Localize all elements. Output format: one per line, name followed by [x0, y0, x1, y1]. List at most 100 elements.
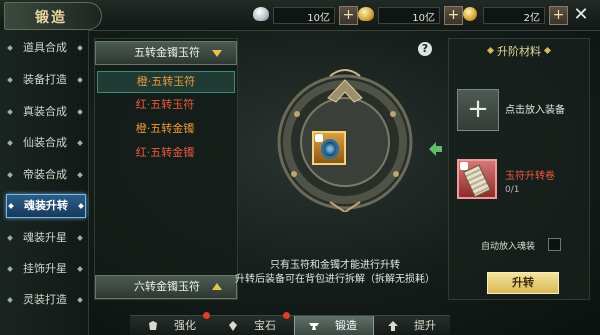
diamond-icon: [7, 266, 13, 272]
sidebar-item-soul-upgrade[interactable]: 魂装升转: [6, 194, 86, 218]
diamond-icon: [543, 46, 552, 55]
sidebar-item-label: 仙装合成: [23, 136, 67, 149]
target-item-slot[interactable]: [312, 131, 346, 165]
sidebar-item-label: 魂装升转: [24, 199, 68, 212]
window-title: 锻造: [35, 10, 67, 26]
gold-amount: 10亿: [412, 13, 435, 24]
sidebar-item-label: 真装合成: [23, 105, 67, 118]
gem-icon: [229, 321, 237, 331]
armor-icon: [149, 321, 157, 330]
tab-upgrade[interactable]: 提升: [374, 316, 452, 335]
diamond-icon: [7, 109, 13, 115]
sidebar-item-soul-star[interactable]: 魂装升星: [6, 227, 84, 249]
diamond-icon: [77, 140, 83, 146]
bottom-tab-bar: 强化 宝石 锻造 提升: [130, 312, 452, 335]
list-item[interactable]: 红·五转玉符: [97, 95, 233, 115]
tab-label: 宝石: [254, 319, 276, 332]
diamond-icon: [7, 77, 13, 83]
recipe-list: 五转金镯玉符 橙·五转玉符 红·五转玉符 橙·五转金镯 红·五转金镯 六转金镯玉…: [94, 38, 238, 300]
diamond-icon: [77, 109, 83, 115]
material-name: 玉符升转卷: [505, 171, 555, 182]
sidebar-item-item-synthesis[interactable]: 道具合成: [6, 37, 84, 59]
scroll-icon: [462, 164, 492, 198]
arrow-left-icon: [429, 142, 442, 156]
top-bar: 锻造 10亿 + 10亿 + 2亿 + ✕: [0, 0, 600, 31]
title-plate: 锻造: [4, 2, 102, 30]
list-item[interactable]: 红·五转金镯: [97, 143, 233, 163]
info-text: 升转后装备可在背包进行拆解（拆解无损耗）: [235, 274, 435, 285]
anvil-icon: [309, 323, 319, 330]
diamond-icon: [77, 297, 83, 303]
diamond-icon: [7, 45, 13, 51]
tab-label: 提升: [414, 319, 436, 332]
close-icon[interactable]: ✕: [572, 6, 590, 24]
sidebar-item-label: 灵装打造: [23, 293, 67, 306]
auto-fill-checkbox[interactable]: [548, 238, 561, 251]
dropdown-label: 六转金镯玉符: [134, 280, 200, 293]
tab-label: 锻造: [335, 319, 357, 332]
lock-icon: [315, 134, 323, 142]
add-gold-button[interactable]: +: [444, 6, 463, 25]
materials-heading: 升阶材料: [449, 43, 589, 59]
add-equipment-text: 点击放入装备: [505, 105, 565, 116]
sidebar: 道具合成 装备打造 真装合成 仙装合成 帝装合成 魂装升转 魂装升星 挂饰升星 …: [0, 30, 89, 335]
list-item[interactable]: 橙·五转金镯: [97, 119, 233, 139]
diamond-icon: [7, 297, 13, 303]
forge-window: 锻造 10亿 + 10亿 + 2亿 + ✕ 道具合成 装备打造 真装合成 仙装合…: [0, 0, 600, 335]
add-silver-button[interactable]: +: [339, 6, 358, 25]
coin-icon: [463, 7, 477, 21]
material-slot[interactable]: [457, 159, 497, 199]
category-dropdown-top[interactable]: 五转金镯玉符: [95, 41, 237, 65]
diamond-icon: [7, 172, 13, 178]
sidebar-item-label: 帝装合成: [23, 168, 67, 181]
dropdown-label: 五转金镯玉符: [134, 46, 200, 59]
auto-fill-label: 自动放入魂装: [481, 242, 536, 252]
sidebar-item-label: 道具合成: [23, 41, 67, 54]
jade-amulet-icon: [321, 139, 339, 159]
materials-panel: 升阶材料 + 点击放入装备 玉符升转卷 0/1 自动放入魂装 升转: [448, 38, 590, 300]
lock-icon: [460, 162, 468, 170]
tab-label: 强化: [174, 319, 196, 332]
sidebar-item-emperor-equip[interactable]: 帝装合成: [6, 164, 84, 186]
add-coin-button[interactable]: +: [549, 6, 568, 25]
diamond-icon: [77, 172, 83, 178]
upgrade-icon: [388, 321, 398, 331]
sidebar-item-spirit-forge[interactable]: 灵装打造: [6, 289, 84, 311]
add-equipment-slot[interactable]: +: [457, 89, 499, 131]
list-item[interactable]: 橙·五转玉符: [97, 71, 235, 93]
tab-enhance[interactable]: 强化: [134, 312, 212, 335]
sidebar-item-label: 装备打造: [23, 73, 67, 86]
notification-badge: [283, 312, 290, 319]
category-dropdown-bottom[interactable]: 六转金镯玉符: [95, 275, 237, 299]
coin-amount: 2亿: [523, 13, 540, 24]
resource-box: 10亿: [378, 7, 440, 24]
diamond-icon: [77, 266, 83, 272]
upgrade-button[interactable]: 升转: [487, 272, 559, 294]
tab-gem[interactable]: 宝石: [214, 312, 292, 335]
diamond-icon: [8, 203, 14, 209]
resource-box: 2亿: [483, 7, 545, 24]
sidebar-item-immortal-equip[interactable]: 仙装合成: [6, 132, 84, 154]
material-count: 0/1: [505, 185, 520, 195]
sidebar-item-equip-forge[interactable]: 装备打造: [6, 69, 84, 91]
sidebar-item-true-equip[interactable]: 真装合成: [6, 101, 84, 123]
diamond-icon: [7, 140, 13, 146]
diamond-icon: [486, 46, 495, 55]
sidebar-item-label: 魂装升星: [23, 231, 67, 244]
chevron-down-icon: [212, 50, 222, 57]
materials-heading-text: 升阶材料: [497, 45, 541, 58]
help-icon[interactable]: ?: [418, 42, 432, 56]
tab-forge[interactable]: 锻造: [294, 316, 374, 335]
diamond-icon: [7, 235, 13, 241]
diamond-icon: [77, 235, 83, 241]
silver-amount: 10亿: [307, 13, 330, 24]
notification-badge: [203, 312, 210, 319]
silver-ingot-icon: [253, 7, 269, 21]
diamond-icon: [77, 45, 83, 51]
resource-box: 10亿: [273, 7, 335, 24]
sidebar-item-pendant-star[interactable]: 挂饰升星: [6, 258, 84, 280]
diamond-icon: [77, 77, 83, 83]
sidebar-item-label: 挂饰升星: [23, 262, 67, 275]
info-text: 只有玉符和金镯才能进行升转: [270, 260, 400, 271]
diamond-icon: [78, 203, 84, 209]
